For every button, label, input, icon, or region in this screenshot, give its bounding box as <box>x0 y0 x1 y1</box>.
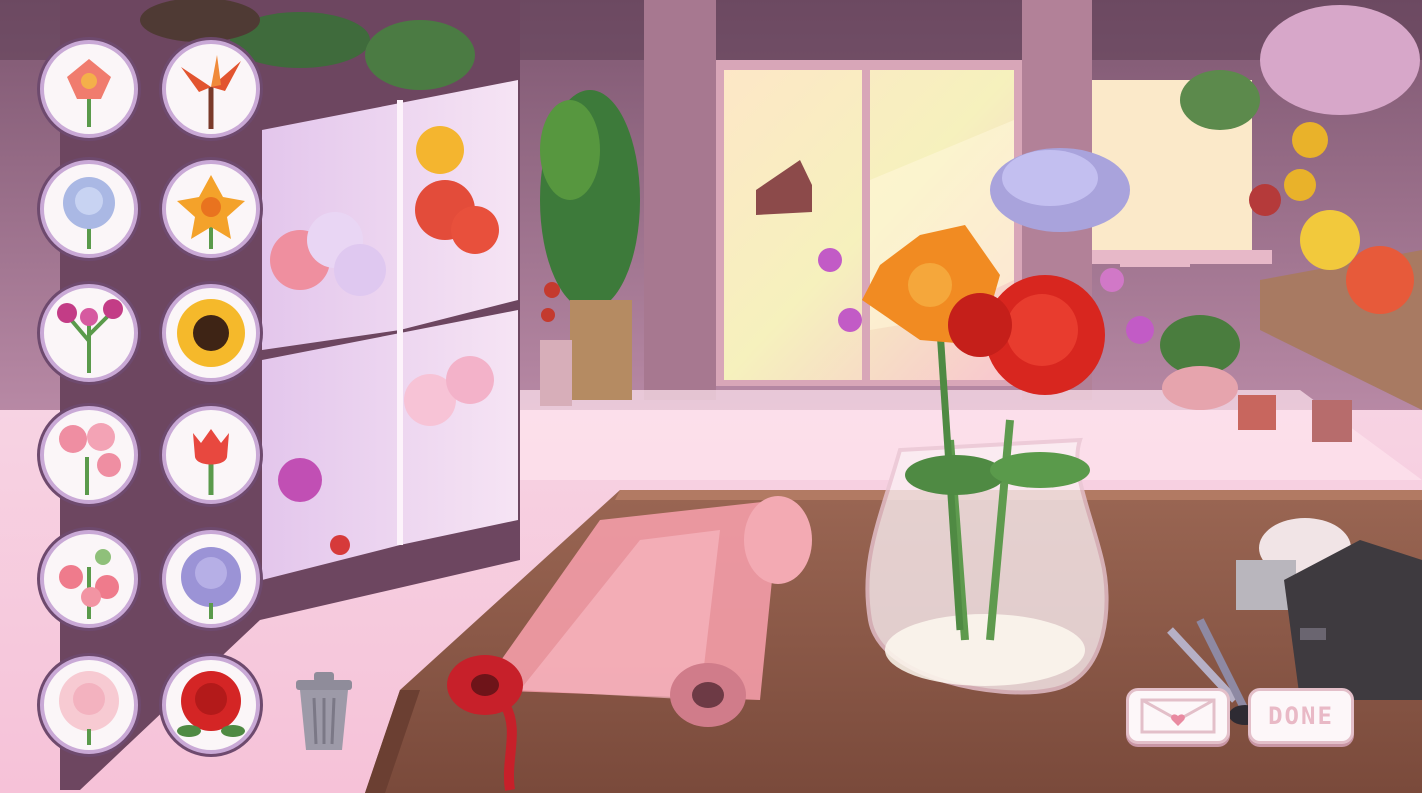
flower-button-daffodil[interactable] <box>162 160 260 258</box>
lily-icon <box>67 59 111 127</box>
sweet-pea-icon <box>59 549 119 619</box>
flower-button-pink-rose[interactable] <box>40 656 138 754</box>
blue-carnation-icon <box>63 177 115 249</box>
lavender-carnation-icon <box>181 547 241 619</box>
flower-button-sweet-pea[interactable] <box>40 530 138 628</box>
pink-rose-icon <box>59 671 119 745</box>
pink-hydrangea-icon <box>59 423 121 495</box>
done-button[interactable]: DONE <box>1248 688 1354 744</box>
flower-button-tulip[interactable] <box>162 406 260 504</box>
flower-button-orchid[interactable] <box>40 284 138 382</box>
game-scene: DONE <box>0 0 1422 793</box>
letter-button[interactable] <box>1126 688 1230 744</box>
pillar <box>644 0 716 400</box>
flower-button-lavender-carnation[interactable] <box>162 530 260 628</box>
done-label: DONE <box>1268 702 1334 730</box>
flower-button-lily[interactable] <box>40 40 138 138</box>
potted-tree <box>540 90 640 406</box>
envelope-heart-icon <box>1140 698 1216 734</box>
tulip-icon <box>193 429 229 495</box>
orchid-icon <box>57 299 123 373</box>
daffodil-icon <box>177 175 245 249</box>
trash-button[interactable] <box>288 668 360 754</box>
flower-button-blue-carnation[interactable] <box>40 160 138 258</box>
sunflower-icon <box>177 299 245 367</box>
flower-button-bird-of-paradise[interactable] <box>162 40 260 138</box>
flower-button-sunflower[interactable] <box>162 284 260 382</box>
flower-button-red-rose[interactable] <box>162 656 260 754</box>
trash-can-icon <box>296 672 352 750</box>
bird-of-paradise-icon <box>181 55 241 129</box>
flower-button-pink-hydrangea[interactable] <box>40 406 138 504</box>
red-rose-icon <box>177 671 245 737</box>
